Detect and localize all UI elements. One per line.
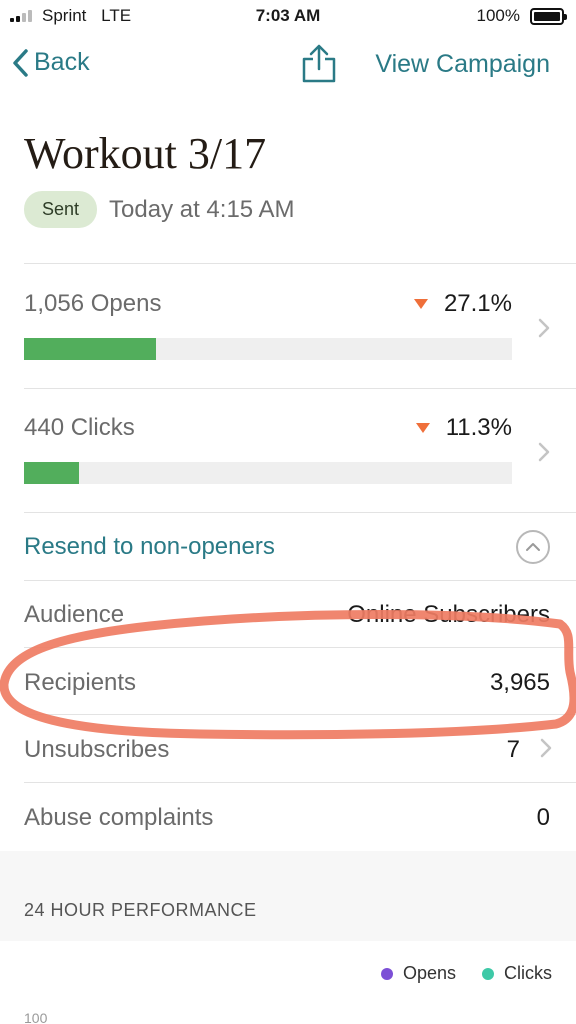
section-title: 24 HOUR PERFORMANCE <box>24 900 257 920</box>
abuse-complaints-value: 0 <box>536 804 550 831</box>
clicks-rate-value: 11.3% <box>445 414 512 441</box>
divider <box>24 714 576 715</box>
chevron-up-icon <box>526 543 540 551</box>
chevron-right-icon <box>538 442 550 462</box>
legend-item-clicks: Clicks <box>482 963 552 984</box>
unsubscribes-row[interactable]: Unsubscribes 7 <box>24 736 552 766</box>
campaign-title: Workout 3/17 <box>24 129 267 178</box>
chevron-right-icon <box>538 318 550 338</box>
opens-rate-value: 27.1% <box>443 290 512 317</box>
opens-progress-fill <box>24 338 157 360</box>
abuse-complaints-label: Abuse complaints <box>24 804 214 831</box>
sent-time: Today at 4:15 AM <box>109 195 295 223</box>
divider <box>24 388 576 389</box>
resend-to-non-openers-link[interactable]: Resend to non-openers <box>24 533 275 561</box>
legend-dot-clicks <box>482 967 494 980</box>
divider <box>24 782 576 783</box>
view-campaign-link[interactable]: View Campaign <box>375 50 550 79</box>
clicks-rate: 11.3% <box>415 414 512 442</box>
chart-legend: Opens Clicks <box>355 963 552 984</box>
opens-label: 1,056 Opens <box>24 290 162 317</box>
chevron-left-icon <box>13 48 28 77</box>
y-axis-tick-label: 100 <box>24 1010 48 1024</box>
opens-progress-bar <box>24 338 512 360</box>
back-button[interactable]: Back <box>12 48 90 77</box>
share-icon <box>302 44 336 83</box>
trend-down-icon <box>415 423 430 433</box>
back-label: Back <box>34 48 90 76</box>
audience-value: Online Subscribers <box>347 601 550 628</box>
status-badge: Sent <box>24 191 98 228</box>
campaign-status-row: Sent Today at 4:15 AM <box>24 191 294 228</box>
audience-row: Audience Online Subscribers <box>24 601 550 631</box>
divider <box>24 263 576 264</box>
divider <box>24 512 576 513</box>
legend-item-opens: Opens <box>380 963 456 984</box>
clicks-stat-row[interactable]: 440 Clicks 11.3% <box>24 414 576 504</box>
battery-icon <box>530 8 567 25</box>
opens-stat-row[interactable]: 1,056 Opens 27.1% <box>24 290 576 380</box>
recipients-row: Recipients 3,965 <box>24 669 550 699</box>
recipients-label: Recipients <box>24 669 137 696</box>
clicks-label: 440 Clicks <box>24 414 135 441</box>
navigation-bar: Back View Campaign <box>0 34 576 98</box>
audience-label: Audience <box>24 601 125 628</box>
unsubscribes-value: 7 <box>506 736 520 763</box>
divider <box>24 647 576 648</box>
trend-down-icon <box>413 299 428 309</box>
divider <box>24 580 576 581</box>
collapse-button[interactable] <box>516 530 550 564</box>
battery-percentage: 100% <box>476 6 520 25</box>
legend-label-clicks: Clicks <box>504 963 552 983</box>
unsubscribes-label: Unsubscribes <box>24 736 170 763</box>
legend-dot-opens <box>380 967 393 980</box>
share-button[interactable] <box>300 44 338 89</box>
abuse-complaints-row: Abuse complaints 0 <box>24 804 550 834</box>
status-bar: Sprint LTE 7:03 AM 100% <box>0 0 576 34</box>
chevron-right-icon <box>540 738 552 758</box>
recipients-value: 3,965 <box>489 669 550 696</box>
clicks-progress-fill <box>24 462 80 484</box>
clicks-progress-bar <box>24 462 512 484</box>
legend-label-opens: Opens <box>402 963 456 983</box>
opens-rate: 27.1% <box>413 290 512 318</box>
performance-section-header: 24 HOUR PERFORMANCE <box>0 851 576 941</box>
